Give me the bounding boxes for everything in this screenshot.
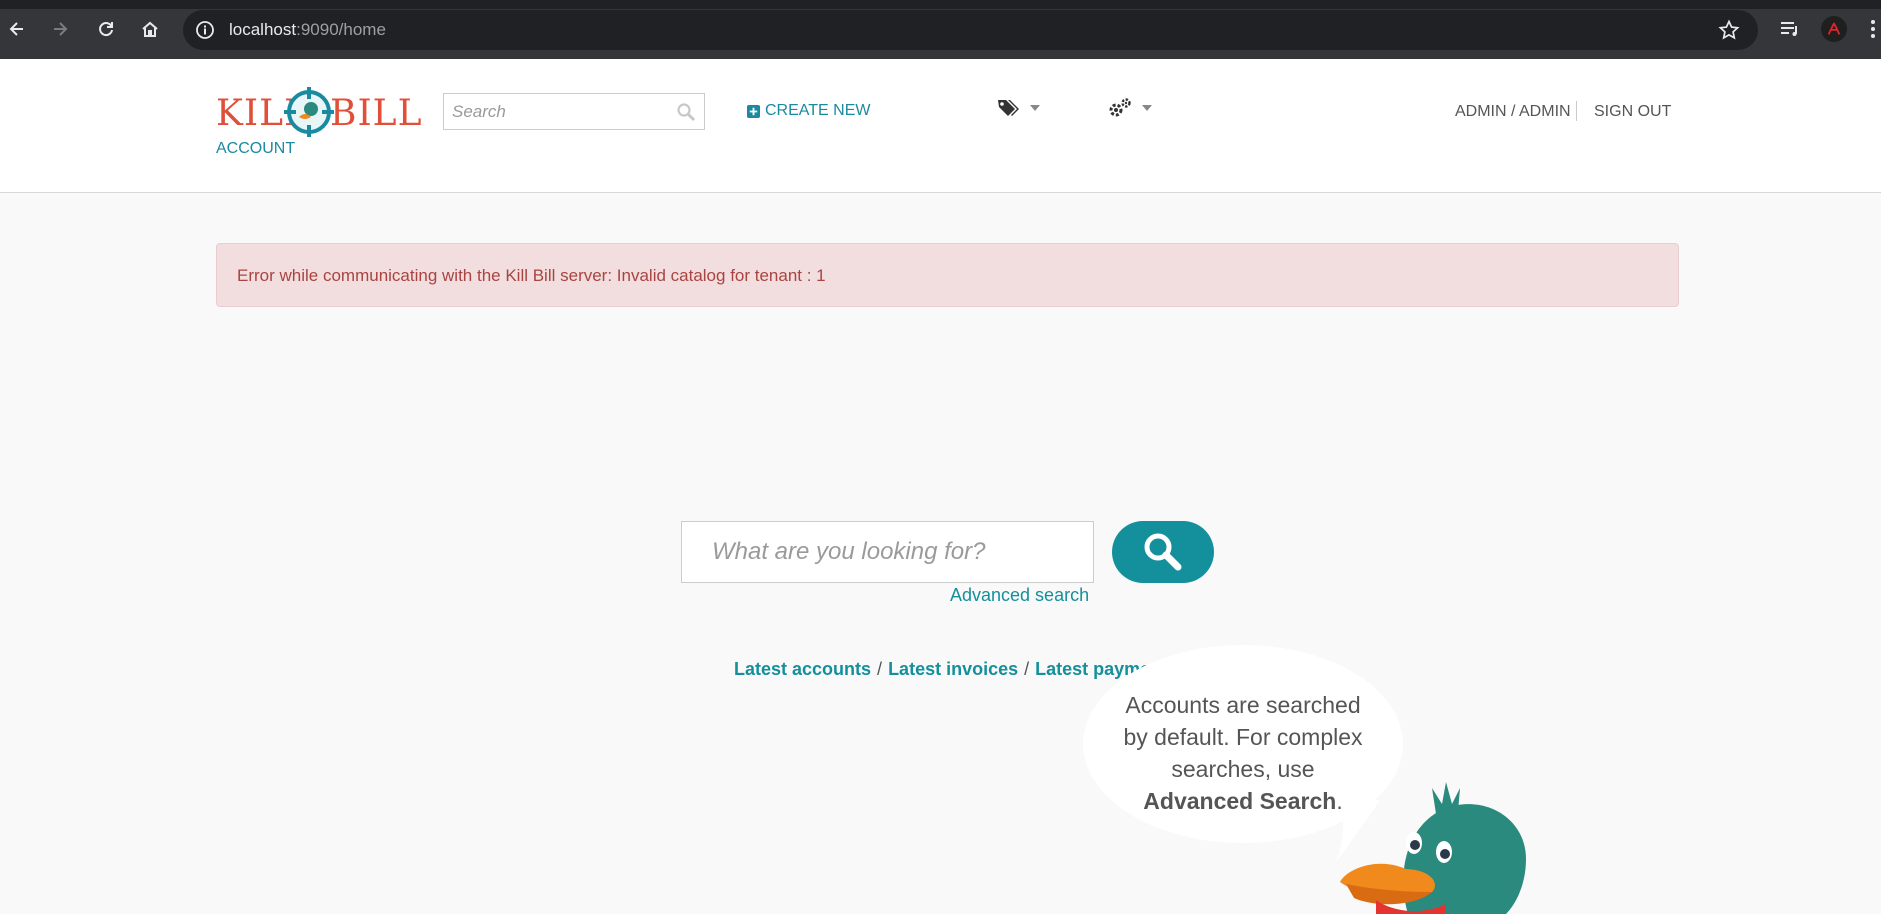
- error-message: Error while communicating with the Kill …: [237, 266, 826, 285]
- error-alert: Error while communicating with the Kill …: [216, 243, 1679, 307]
- bubble-line: by default. For complex: [1123, 724, 1363, 750]
- home-button[interactable]: [137, 16, 163, 42]
- reload-icon: [99, 22, 113, 37]
- bookmark-star-icon[interactable]: [1718, 19, 1740, 41]
- section-label[interactable]: ACCOUNT: [216, 140, 295, 158]
- address-bar[interactable]: localhost:9090/home: [183, 10, 1758, 50]
- user-account-link[interactable]: ADMIN / ADMIN: [1455, 103, 1571, 121]
- settings-dropdown[interactable]: [1107, 95, 1152, 121]
- search-icon: [1144, 533, 1182, 571]
- divider: [1576, 101, 1577, 121]
- bubble-line: Accounts are searched: [1125, 692, 1361, 718]
- chevron-down-icon: [1142, 105, 1152, 111]
- main-search-button[interactable]: [1112, 521, 1214, 583]
- back-arrow-icon: [9, 22, 23, 36]
- main-search-input[interactable]: [682, 522, 1093, 582]
- browser-menu-button[interactable]: [1866, 16, 1880, 42]
- forward-arrow-icon: [54, 22, 68, 36]
- site-info-icon[interactable]: [195, 20, 215, 40]
- browser-toolbar: localhost:9090/home: [0, 0, 1881, 59]
- search-icon[interactable]: [676, 102, 696, 122]
- create-new-label: CREATE NEW: [765, 102, 871, 119]
- url-host: localhost: [229, 20, 297, 39]
- tags-dropdown[interactable]: [997, 95, 1040, 121]
- extension-button[interactable]: [1821, 16, 1847, 42]
- duck-mascot: [1340, 782, 1526, 914]
- latest-links: Latest accounts / Latest invoices / Latest p…: [734, 659, 1177, 680]
- back-button[interactable]: [4, 16, 30, 42]
- logo-text-bill: BILL: [330, 93, 423, 134]
- latest-accounts-link[interactable]: Latest accounts: [734, 659, 871, 679]
- acrobat-icon: [1827, 22, 1841, 35]
- header-search: [443, 93, 705, 130]
- sign-out-link[interactable]: SIGN OUT: [1594, 103, 1671, 121]
- separator: /: [1024, 659, 1030, 679]
- home-icon: [142, 21, 158, 37]
- kebab-menu-icon: [1871, 20, 1875, 38]
- url-text: localhost:9090/home: [229, 20, 386, 40]
- playlist-icon: [1781, 22, 1797, 36]
- tab-strip: [0, 0, 1881, 9]
- reload-button[interactable]: [93, 16, 119, 42]
- bubble-bold-text: Advanced Search: [1143, 788, 1337, 814]
- extension-avatar: [1821, 16, 1847, 42]
- latest-invoices-link[interactable]: Latest invoices: [888, 659, 1018, 679]
- tags-icon: [998, 100, 1019, 116]
- separator: /: [877, 659, 883, 679]
- url-path: :9090/home: [296, 20, 386, 39]
- forward-button[interactable]: [47, 16, 73, 42]
- target-duck-icon: [284, 87, 334, 137]
- plus-square-icon: [747, 104, 760, 118]
- reading-list-button[interactable]: [1777, 16, 1803, 42]
- main-search-box: [681, 521, 1094, 583]
- create-new-button[interactable]: CREATE NEW: [747, 101, 870, 121]
- chevron-down-icon: [1030, 105, 1040, 111]
- header-search-input[interactable]: [444, 94, 704, 129]
- advanced-search-link[interactable]: Advanced search: [950, 585, 1089, 606]
- killbill-logo[interactable]: KILL BILL: [216, 87, 422, 139]
- gears-icon: [1109, 98, 1131, 117]
- app-header: KILL BILL ACCOUNT CREATE NEW: [0, 59, 1881, 193]
